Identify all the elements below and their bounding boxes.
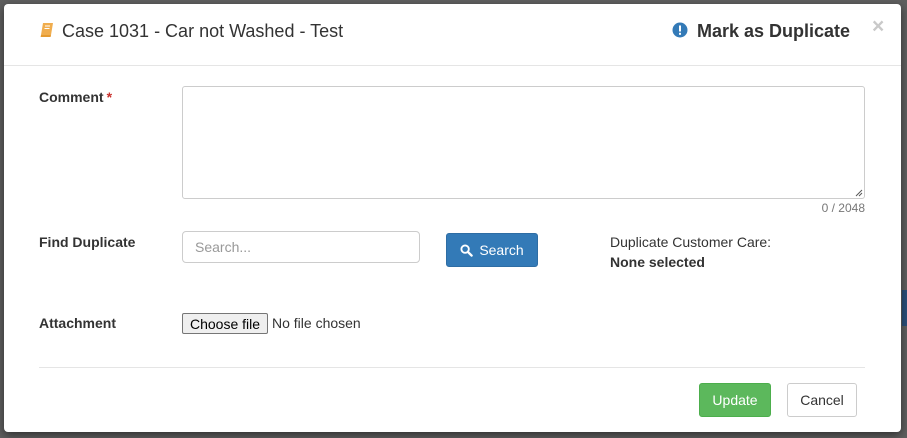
close-icon[interactable]: × (872, 16, 884, 37)
dialog-header: Case 1031 - Car not Washed - Test Mark a… (4, 4, 901, 66)
find-duplicate-label: Find Duplicate (39, 234, 136, 250)
attachment-label: Attachment (39, 315, 117, 331)
cancel-button[interactable]: Cancel (787, 383, 857, 417)
exclamation-circle-icon (672, 22, 688, 38)
duplicate-customer-care-label: Duplicate Customer Care: (610, 234, 772, 250)
comment-textarea[interactable] (182, 86, 865, 199)
update-button[interactable]: Update (699, 383, 771, 417)
backdrop-edge (902, 290, 907, 326)
comment-label-text: Comment (39, 89, 104, 105)
case-title: Case 1031 - Car not Washed - Test (62, 21, 344, 41)
resize-grip-icon[interactable] (855, 189, 863, 197)
character-counter: 0 / 2048 (821, 201, 865, 215)
search-button[interactable]: Search (446, 233, 538, 267)
dialog-title: Mark as Duplicate (697, 21, 851, 41)
footer-divider (39, 367, 865, 368)
mark-duplicate-dialog: Case 1031 - Car not Washed - Test Mark a… (4, 4, 901, 432)
duplicate-customer-care-value: None selected (610, 254, 705, 270)
comment-label: Comment * (39, 89, 112, 105)
book-icon (40, 23, 53, 37)
search-button-label: Search (479, 242, 524, 258)
required-marker: * (106, 89, 113, 105)
search-icon (460, 243, 474, 257)
file-status-text: No file chosen (272, 315, 361, 331)
choose-file-button[interactable]: Choose file (182, 313, 269, 334)
duplicate-search-input[interactable] (182, 231, 420, 263)
